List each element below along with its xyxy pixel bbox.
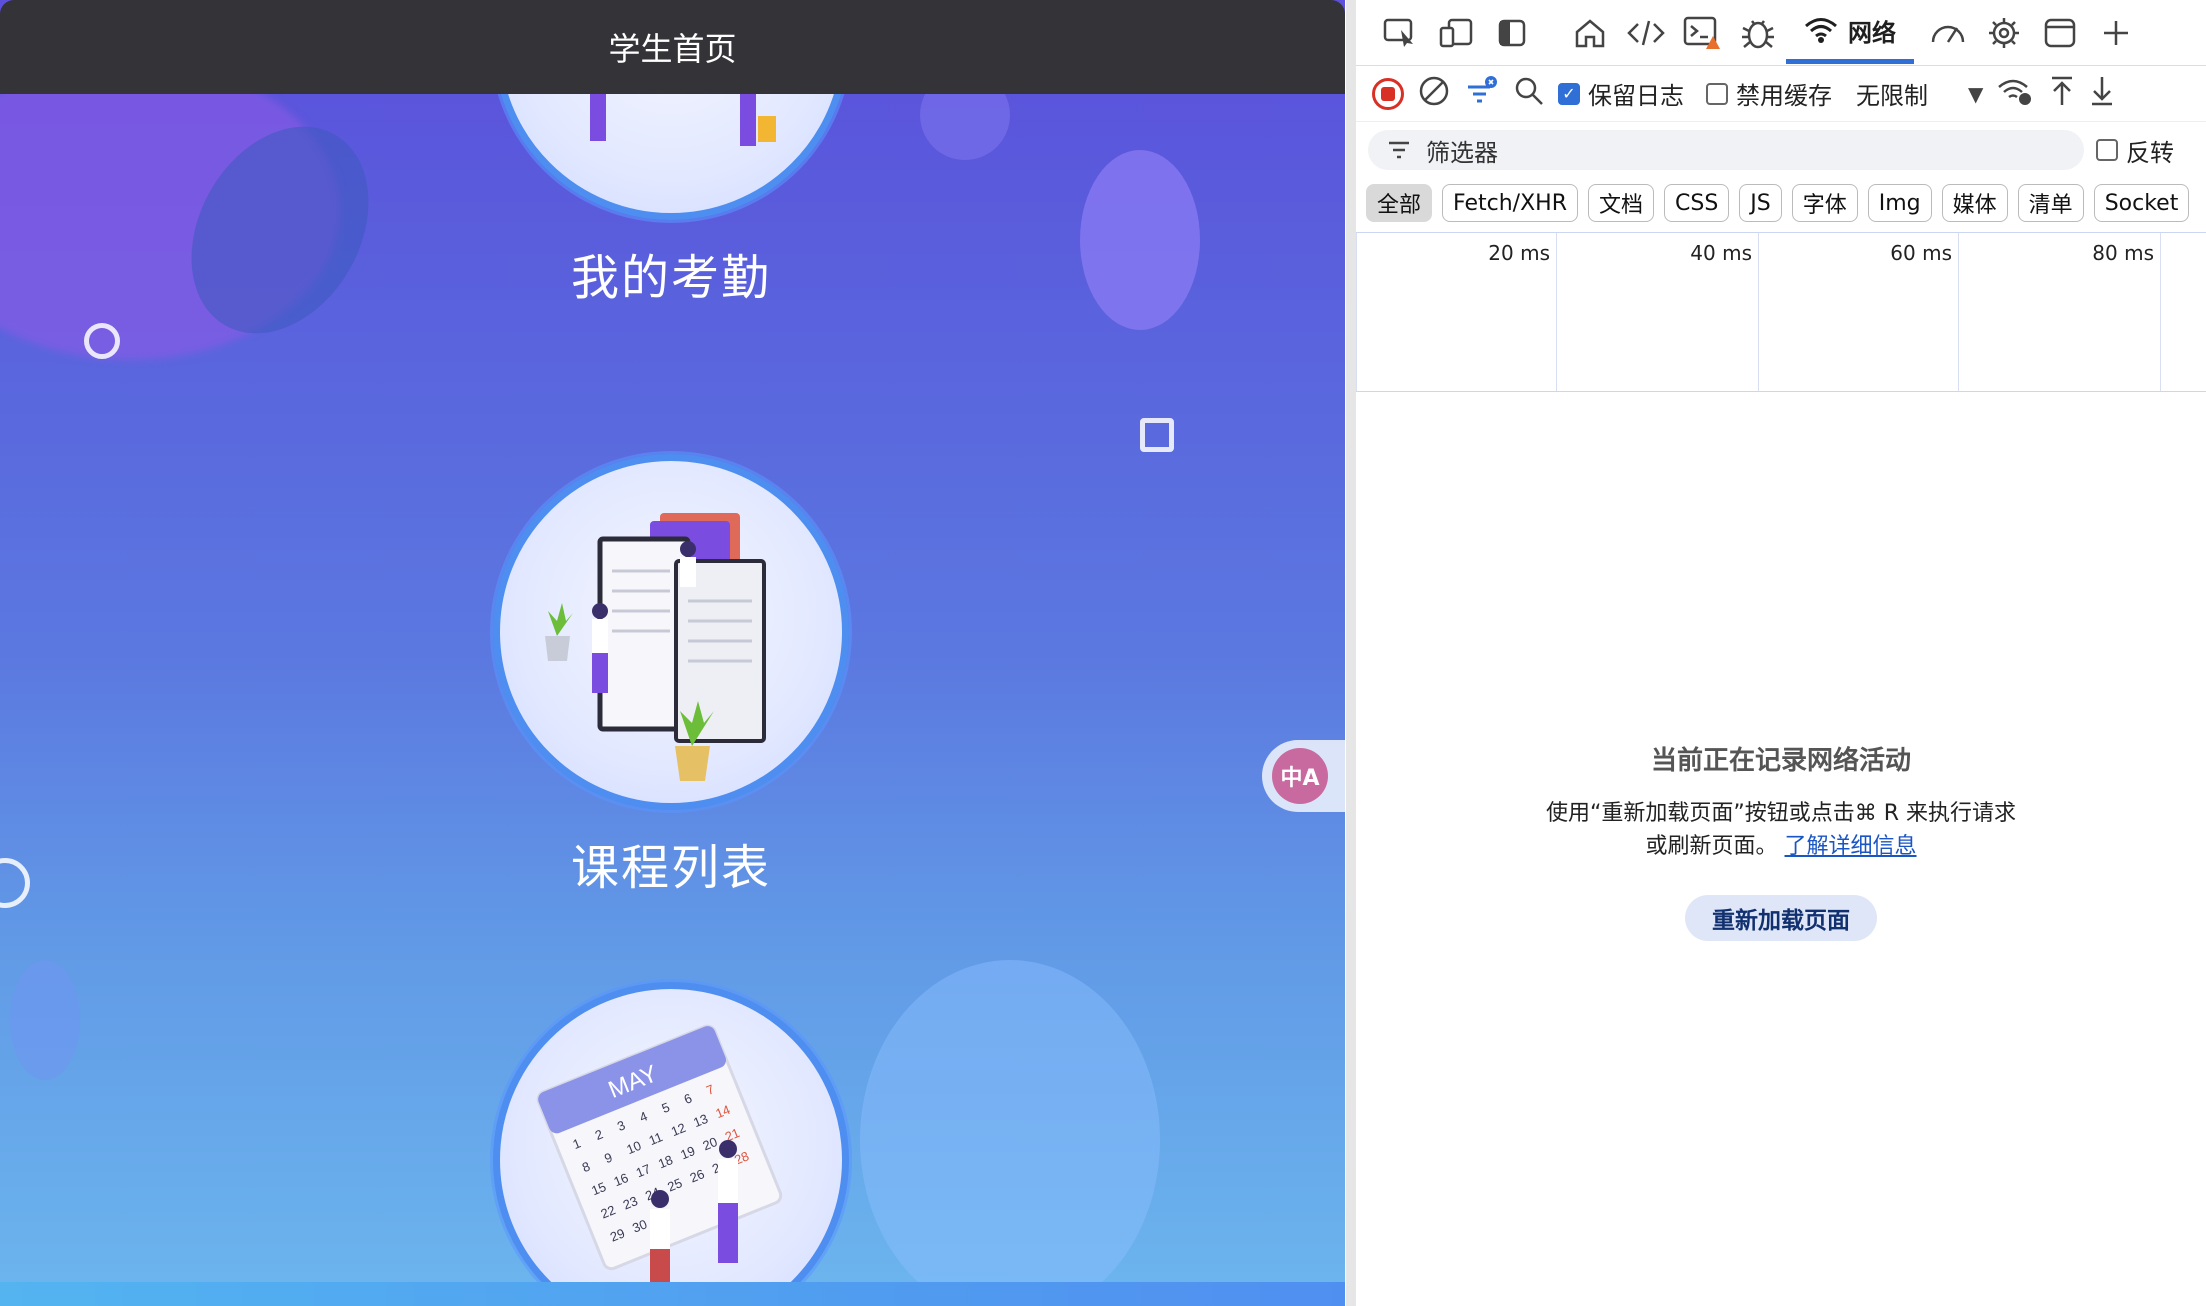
gauge-icon[interactable] xyxy=(1920,5,1976,61)
filter-row: 筛选器 反转 xyxy=(1356,122,2206,178)
upload-icon[interactable] xyxy=(2049,75,2075,113)
devtools-tab-bar: 网络 xyxy=(1356,0,2206,66)
learn-more-link[interactable]: 了解详细信息 xyxy=(1785,834,1917,859)
timeline-tick: 80 ms xyxy=(1958,233,2160,391)
calendar-illustration: MAY 1234567 8 9 10 11 12 13 14 15 16 17 18 19 20 21 … xyxy=(493,982,849,1306)
invert-label: 反转 xyxy=(2126,138,2174,167)
translate-button[interactable]: 中A xyxy=(1262,740,1345,812)
app-pane: 学生首页 我的考勤 课程列表 MAY 1 2 3 4 5 6 7 8 9 10 … xyxy=(0,0,1345,1306)
translate-icon: 中A xyxy=(1272,748,1328,804)
throttle-select[interactable]: 无限制 ▼ xyxy=(1856,76,1983,111)
bottom-bar xyxy=(0,1282,1345,1306)
home-icon[interactable] xyxy=(1562,5,1618,61)
sidebar-icon[interactable] xyxy=(1484,5,1540,61)
type-filter-socket[interactable]: Socket xyxy=(2093,184,2190,222)
search-icon[interactable] xyxy=(1514,76,1544,112)
console-icon[interactable] xyxy=(1674,5,1730,61)
preserve-log-label: 保留日志 xyxy=(1588,82,1684,110)
chevron-down-icon: ▼ xyxy=(1968,81,1984,106)
attendance-label: 我的考勤 xyxy=(570,250,771,306)
decor-blob xyxy=(1080,150,1200,330)
clear-icon[interactable] xyxy=(1418,75,1450,113)
schedule-card[interactable]: MAY 1234567 8 9 10 11 12 13 14 15 16 17 18 19 20 21 … xyxy=(493,982,849,1306)
page-title: 学生首页 xyxy=(608,30,737,68)
filter-placeholder: 筛选器 xyxy=(1426,138,1498,167)
record-button[interactable] xyxy=(1372,77,1404,110)
network-controls: ✓ 保留日志 禁用缓存 无限制 ▼ xyxy=(1356,66,2206,122)
type-filter-media[interactable]: 媒体 xyxy=(1941,184,2008,222)
decor-blob xyxy=(10,960,80,1080)
page-title-bar: 学生首页 xyxy=(0,0,1345,94)
course-list-card[interactable]: 课程列表 xyxy=(493,454,849,898)
ring-decoration xyxy=(84,323,120,359)
network-timeline[interactable]: 20 ms 40 ms 60 ms 80 ms xyxy=(1356,232,2206,392)
type-filter-js[interactable]: JS xyxy=(1739,184,1782,222)
filter-toggle-icon[interactable] xyxy=(1464,75,1500,113)
timeline-tick: 40 ms xyxy=(1556,233,1758,391)
empty-state-line1: 使用“重新加载页面”按钮或点击⌘ R 来执行请求 xyxy=(1545,801,2017,826)
window-icon[interactable] xyxy=(2032,5,2088,61)
square-decoration xyxy=(1140,418,1174,452)
devtools-panel: 网络 ✓ 保留日志 禁用缓存 无限制 ▼ 筛选器 反转 全部 Fetch/XHR… xyxy=(1346,0,2206,1306)
type-filter-font[interactable]: 字体 xyxy=(1791,184,1858,222)
gear-icon[interactable] xyxy=(1976,5,2032,61)
tab-network-label: 网络 xyxy=(1848,18,1896,47)
disable-cache-label: 禁用缓存 xyxy=(1736,82,1832,110)
timeline-tick xyxy=(2160,233,2206,391)
bug-icon[interactable] xyxy=(1730,5,1786,61)
throttle-value: 无限制 xyxy=(1856,82,1928,110)
empty-state-title: 当前正在记录网络活动 xyxy=(1650,746,1911,776)
course-list-label: 课程列表 xyxy=(570,840,771,896)
timeline-tick: 20 ms xyxy=(1356,233,1556,391)
preserve-log-toggle[interactable]: ✓ 保留日志 xyxy=(1558,76,1684,111)
disable-cache-toggle[interactable]: 禁用缓存 xyxy=(1706,76,1832,111)
download-icon[interactable] xyxy=(2089,75,2115,113)
type-filter-css[interactable]: CSS xyxy=(1664,184,1730,222)
tab-network[interactable]: 网络 xyxy=(1786,2,1914,64)
decor-blob xyxy=(860,960,1160,1306)
wifi-settings-icon[interactable] xyxy=(1997,75,2035,113)
type-filter-fetch-xhr[interactable]: Fetch/XHR xyxy=(1442,184,1578,222)
timeline-tick: 60 ms xyxy=(1758,233,1958,391)
code-icon[interactable] xyxy=(1618,5,1674,61)
network-icon xyxy=(1805,18,1837,43)
filter-icon xyxy=(1389,141,1409,159)
type-filter-img[interactable]: Img xyxy=(1867,184,1932,222)
invert-checkbox[interactable] xyxy=(2096,139,2118,161)
course-list-illustration xyxy=(493,454,849,810)
type-filter-manifest[interactable]: 清单 xyxy=(2017,184,2084,222)
empty-state: 当前正在记录网络活动 使用“重新加载页面”按钮或点击⌘ R 来执行请求 或刷新页… xyxy=(1356,740,2206,941)
disable-cache-checkbox[interactable] xyxy=(1706,82,1728,105)
ring-decoration xyxy=(0,858,30,908)
inspect-icon[interactable] xyxy=(1372,5,1428,61)
type-filter-document[interactable]: 文档 xyxy=(1587,184,1654,222)
type-filter-all[interactable]: 全部 xyxy=(1366,184,1433,222)
filter-input[interactable]: 筛选器 xyxy=(1368,130,2084,170)
device-icon[interactable] xyxy=(1428,5,1484,61)
resource-type-filters: 全部 Fetch/XHR 文档 CSS JS 字体 Img 媒体 清单 Sock… xyxy=(1356,178,2206,228)
empty-state-line2: 或刷新页面。 了解详细信息 xyxy=(1645,834,1917,859)
plus-icon[interactable] xyxy=(2088,5,2144,61)
reload-page-button[interactable]: 重新加载页面 xyxy=(1685,895,1877,941)
invert-toggle[interactable]: 反转 xyxy=(2096,133,2174,168)
preserve-log-checkbox[interactable]: ✓ xyxy=(1558,82,1580,105)
